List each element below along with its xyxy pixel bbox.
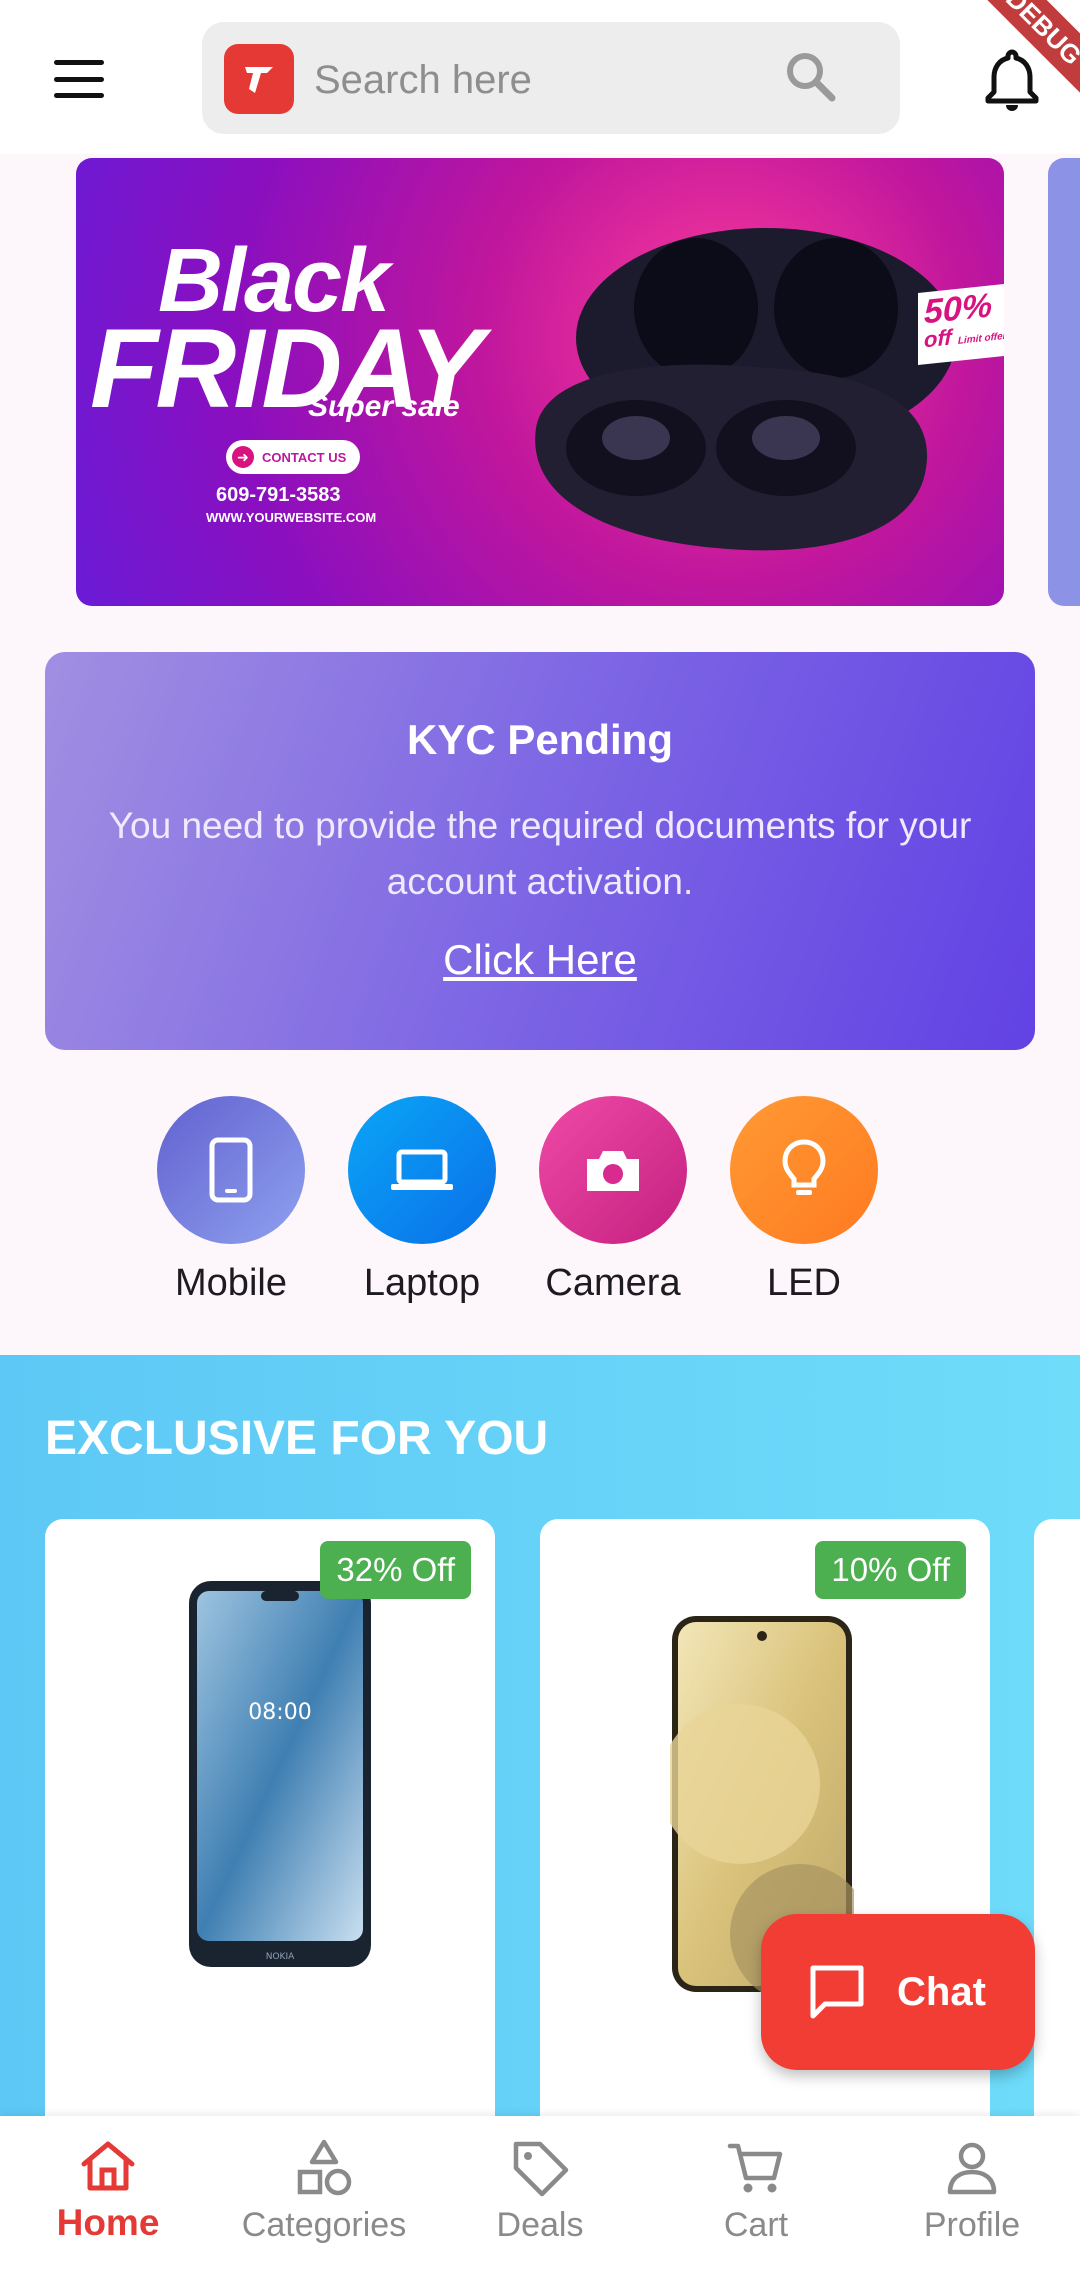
nav-item-categories[interactable]: Categories [216,2116,432,2280]
menu-bar [54,76,104,82]
kyc-click-here-link[interactable]: Click Here [45,936,1035,984]
promo-banner[interactable]: Black FRIDAY Super sale ➜ CONTACT US 609… [76,158,1004,606]
bulb-icon [730,1096,878,1244]
chat-label: Chat [897,1969,986,2014]
banner-website: WWW.YOURWEBSITE.COM [206,510,377,525]
product-screen-time: 08:00 [248,1700,311,1725]
banner-contact-label: CONTACT US [262,449,347,465]
search-icon[interactable] [780,46,840,106]
product-card[interactable]: NOKIA 08:00 32% Off [45,1519,495,2117]
home-icon [81,2141,135,2191]
category-laptop[interactable]: Laptop [348,1096,496,1305]
search-bar[interactable] [202,22,900,134]
banner-discount-off: off [924,324,952,353]
product-card-peek[interactable] [1034,1519,1080,2117]
chat-bubble-icon [810,1965,864,2019]
camera-icon [539,1096,687,1244]
cart-icon [727,2143,783,2193]
nav-item-cart[interactable]: Cart [648,2116,864,2280]
category-label: LED [767,1262,841,1304]
banner-discount-note: Limit offer [957,330,1004,347]
search-input[interactable] [314,52,754,108]
chat-button[interactable]: Chat [761,1914,1035,2070]
exclusive-title: EXCLUSIVE FOR YOU [45,1412,549,1465]
category-label: Camera [545,1262,681,1304]
kyc-pending-card: KYC Pending You need to provide the requ… [45,652,1035,1050]
nav-label: Home [56,2202,160,2243]
discount-badge: 10% Off [815,1541,966,1599]
nav-label: Profile [923,2206,1021,2244]
product-brand: NOKIA [266,1952,295,1962]
category-label: Laptop [363,1262,481,1304]
banner-discount-badge: 50% off Limit offer [918,282,1004,366]
category-label: Mobile [175,1262,287,1304]
app-header: DEBUG [0,0,1080,154]
menu-bar [54,93,104,98]
category-mobile[interactable]: Mobile [157,1096,305,1305]
nav-item-deals[interactable]: Deals [432,2116,648,2280]
nav-label: Categories [241,2206,407,2244]
laptop-icon [348,1096,496,1244]
banner-phone: 609-791-3583 [216,484,341,506]
banner-contact-button: ➜ CONTACT US [226,440,360,474]
nav-label: Cart [723,2206,789,2244]
menu-button[interactable] [44,50,114,108]
phone-icon [157,1096,305,1244]
nav-item-profile[interactable]: Profile [864,2116,1080,2280]
banner-subtitle: Super sale [308,390,460,423]
product-image: NOKIA 08:00 [189,1581,371,1967]
nav-label: Deals [496,2206,584,2244]
category-camera[interactable]: Camera [539,1096,687,1305]
app-logo-icon [224,44,294,114]
discount-badge: 32% Off [320,1541,471,1599]
nav-item-home[interactable]: Home [0,2116,216,2280]
bottom-navigation: Home Categories Deals Cart Profile [0,2116,1080,2280]
category-led[interactable]: LED [730,1096,878,1305]
person-icon [947,2142,997,2195]
arrow-right-icon: ➜ [232,446,254,468]
notification-bell-icon[interactable] [978,46,1046,114]
next-banner-peek[interactable] [1048,158,1080,606]
kyc-message: You need to provide the required documen… [108,805,972,902]
menu-bar [54,60,104,65]
kyc-title: KYC Pending [406,716,673,763]
categories-icon [297,2139,352,2196]
earbuds-image [535,228,956,551]
tag-icon [513,2141,569,2197]
